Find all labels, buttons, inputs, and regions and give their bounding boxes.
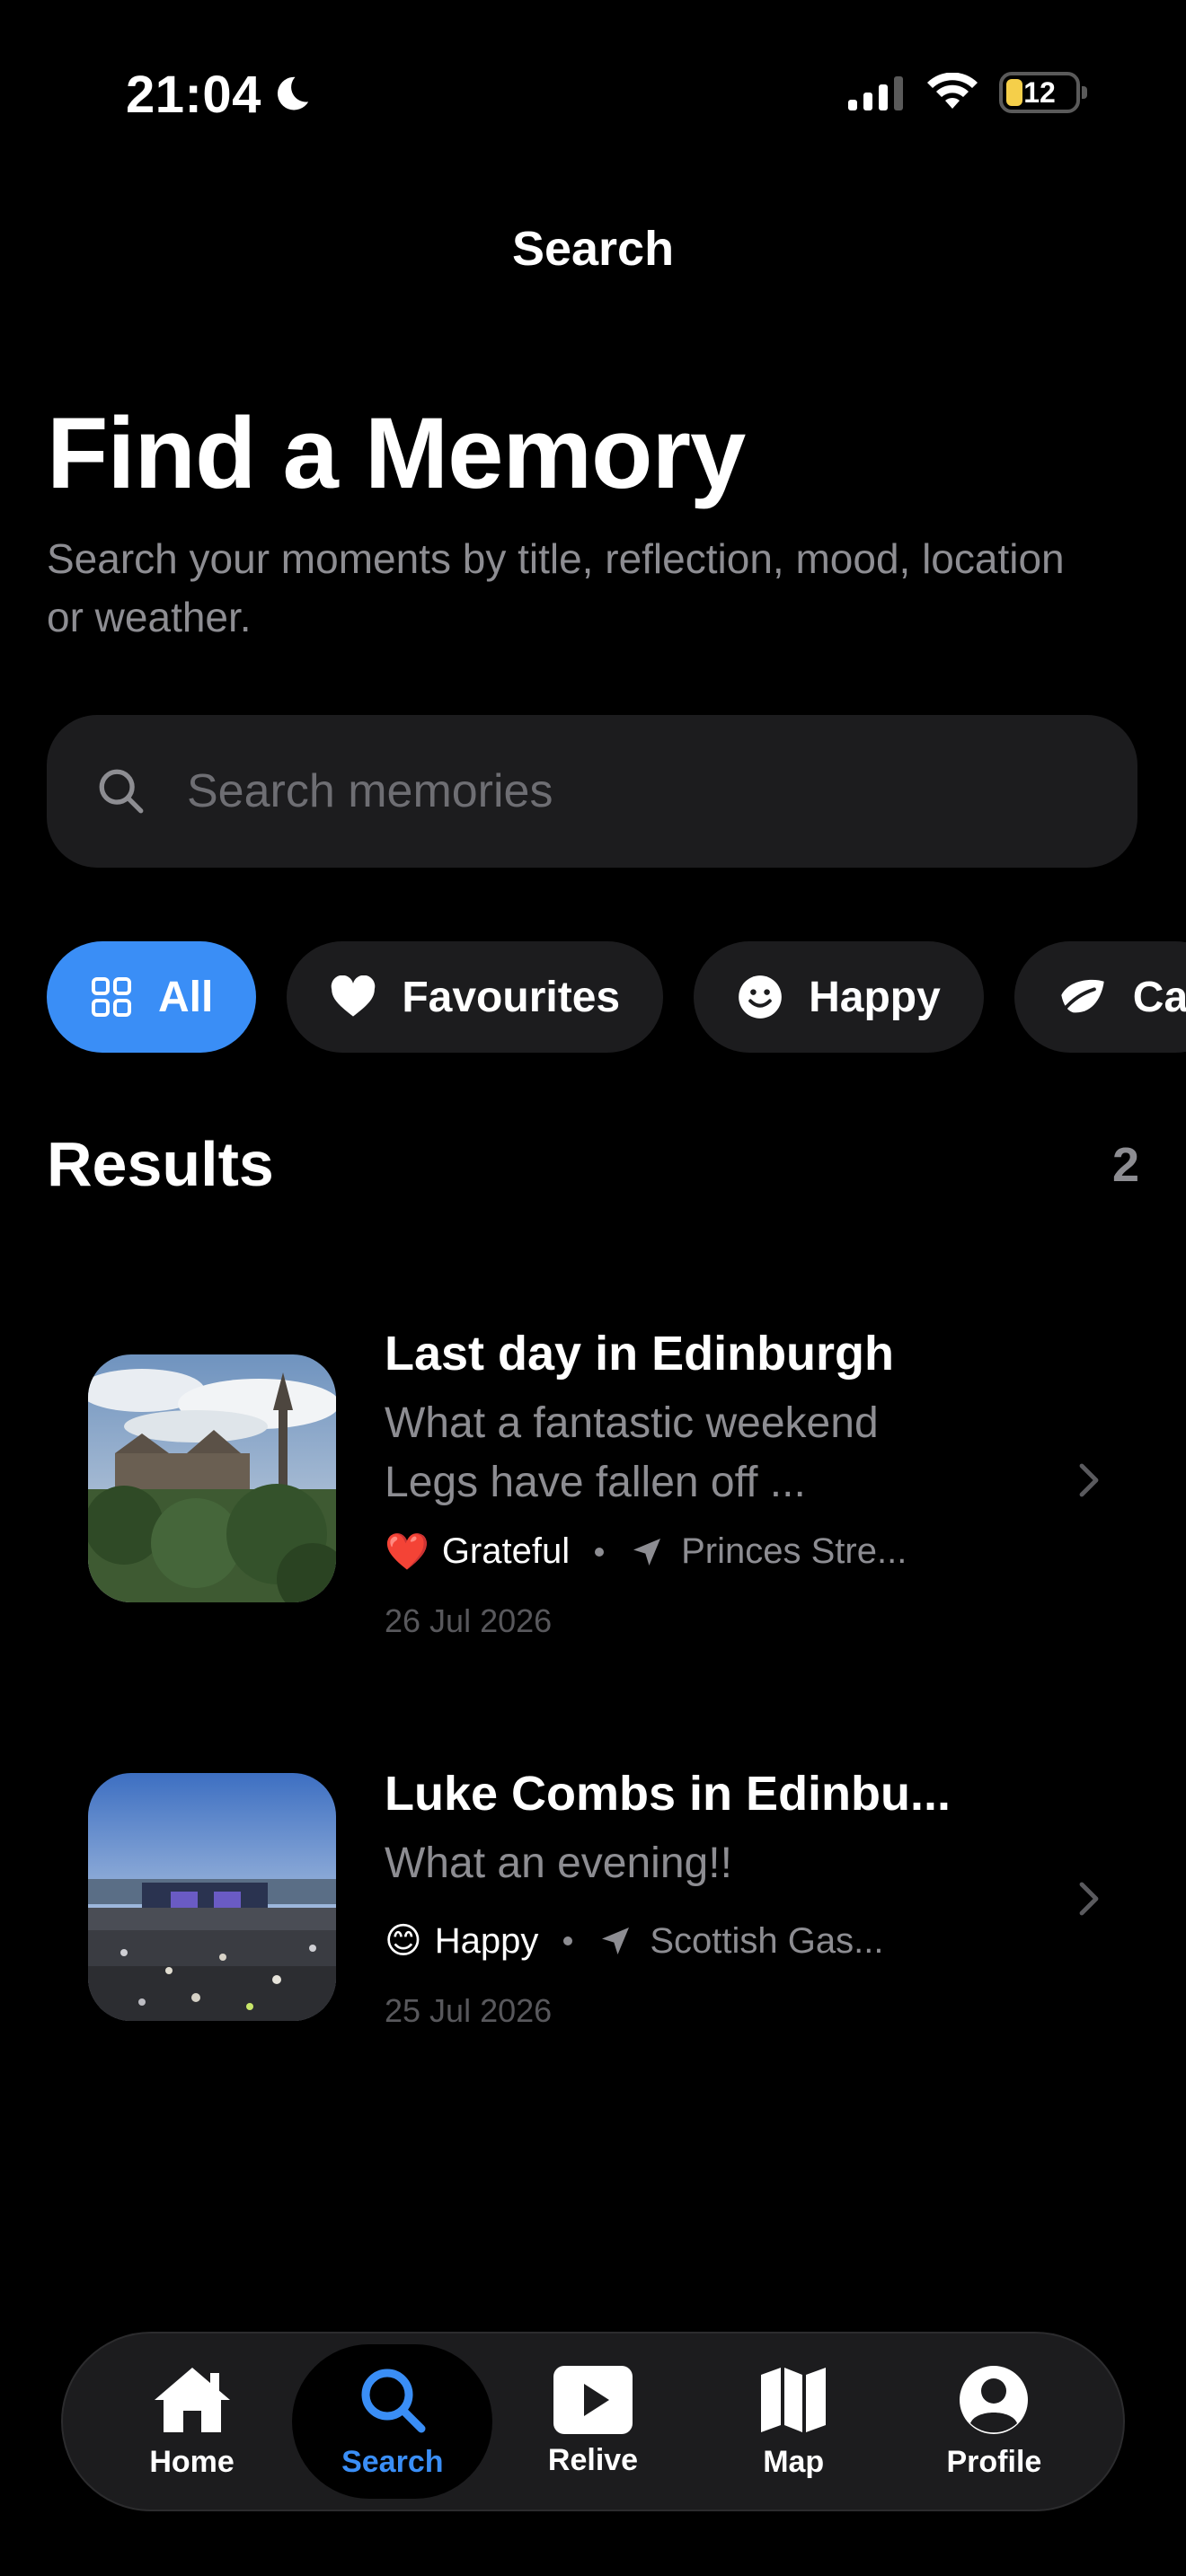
memory-meta: ❤️ Grateful Princes Stre... <box>385 1531 907 1573</box>
tab-search[interactable]: Search <box>292 2344 493 2499</box>
battery-level: 12 <box>1023 75 1056 109</box>
memory-title: Luke Combs in Edinbu... <box>385 1767 951 1821</box>
wifi-icon <box>927 73 978 109</box>
page-subtitle: Search your moments by title, reflection… <box>47 535 1065 640</box>
mood-label: Grateful <box>441 1531 571 1571</box>
chevron-right-icon <box>1079 1882 1099 1916</box>
memory-excerpt: What a fantastic weekend Legs have falle… <box>385 1394 879 1513</box>
separator-dot <box>563 1936 573 1945</box>
battery-icon: 12 <box>999 72 1087 113</box>
result-card[interactable]: Luke Combs in Edinbu... What an evening!… <box>47 1741 1137 2064</box>
result-card[interactable]: Last day in Edinburgh What a fantastic w… <box>47 1293 1137 1653</box>
mood-label: Happy <box>434 1920 539 1961</box>
location-label: Scottish Gas... <box>650 1920 884 1961</box>
tab-label: Home <box>149 2444 235 2479</box>
memory-date: 26 Jul 2026 <box>385 1602 553 1639</box>
status-bar: 21:04 12 <box>0 0 1186 180</box>
tab-label: Map <box>763 2444 825 2479</box>
memory-meta: 😊 Happy Scottish Gas... <box>385 1920 883 1962</box>
house-icon <box>154 2367 230 2432</box>
tab-home[interactable]: Home <box>92 2344 292 2499</box>
search-icon <box>361 2369 426 2432</box>
smiley-icon <box>739 975 782 1019</box>
tab-map[interactable]: Map <box>694 2344 894 2499</box>
memory-excerpt-line: What an evening!! <box>385 1839 732 1887</box>
mood-emoji-icon: ❤️ <box>385 1532 429 1572</box>
tab-profile[interactable]: Profile <box>894 2344 1094 2499</box>
search-icon <box>99 769 144 814</box>
search-bar[interactable] <box>47 715 1137 868</box>
tab-label: Profile <box>946 2444 1042 2479</box>
page-title: Find a Memory <box>47 397 746 509</box>
cellular-signal-icon <box>848 76 903 110</box>
status-indicators: 12 <box>848 72 1087 113</box>
status-time: 21:04 <box>126 65 310 125</box>
tab-relive[interactable]: Relive <box>492 2344 693 2499</box>
memory-title: Last day in Edinburgh <box>385 1327 895 1381</box>
location-arrow-icon <box>602 1928 630 1954</box>
tab-label: Relive <box>547 2442 639 2477</box>
filter-chips: All Favourites Happy Ca <box>47 941 1186 1053</box>
memory-thumbnail <box>88 1354 336 1602</box>
memory-excerpt-line: What a fantastic weekend <box>385 1399 879 1447</box>
play-icon <box>553 2365 633 2434</box>
nav-title: Search <box>511 222 675 276</box>
mood-emoji-icon: 😊 <box>385 1921 422 1961</box>
grid-icon <box>92 977 131 1017</box>
separator-dot <box>595 1547 605 1557</box>
chip-all[interactable]: All <box>47 941 257 1053</box>
results-count: 2 <box>1111 1138 1139 1192</box>
memory-excerpt-line: Legs have fallen off ... <box>385 1459 806 1506</box>
leaf-icon <box>1061 979 1104 1013</box>
chip-label: Happy <box>809 973 941 1021</box>
moon-icon <box>277 76 309 110</box>
search-input[interactable] <box>187 764 1049 818</box>
location-label: Princes Stre... <box>681 1531 907 1571</box>
memory-excerpt: What an evening!! <box>385 1834 732 1893</box>
heart-icon <box>332 975 376 1017</box>
chip-label: All <box>158 973 214 1021</box>
location-arrow-icon <box>633 1538 661 1566</box>
map-icon <box>761 2367 827 2432</box>
chip-label: Favourites <box>402 973 621 1021</box>
chip-happy[interactable]: Happy <box>694 941 984 1053</box>
chip-favourites[interactable]: Favourites <box>287 941 664 1053</box>
tab-bar: Home Search Relive Map Profile <box>61 2332 1125 2511</box>
clock-label: 21:04 <box>126 66 261 124</box>
tab-label: Search <box>341 2444 444 2479</box>
chip-label: Ca <box>1132 973 1186 1021</box>
person-icon <box>960 2365 1029 2434</box>
memory-thumbnail <box>88 1773 336 2021</box>
chevron-right-icon <box>1079 1463 1099 1497</box>
results-heading: Results <box>47 1129 274 1199</box>
chip-calm[interactable]: Ca <box>1013 941 1186 1053</box>
memory-date: 25 Jul 2026 <box>385 1992 553 2029</box>
